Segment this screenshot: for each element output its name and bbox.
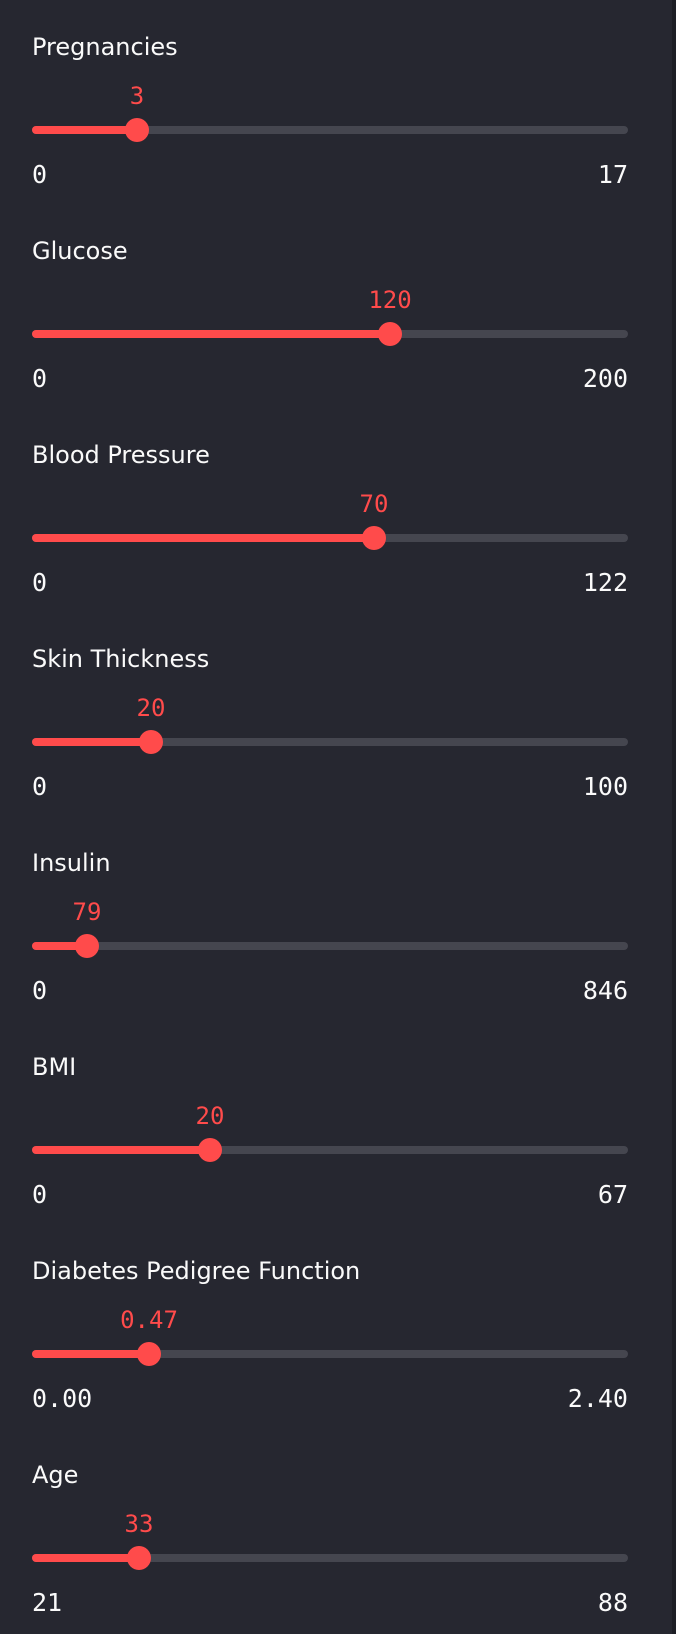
slider-max: 200 [582, 364, 628, 393]
slider-blood-pressure: Blood Pressure 70 0 122 [32, 408, 628, 612]
slider-list: Pregnancies 3 0 17 Glucose 120 0 200 Blo… [32, 0, 628, 1632]
slider-track[interactable] [32, 942, 628, 950]
slider-track[interactable] [32, 126, 628, 134]
slider-thumb[interactable] [378, 322, 402, 346]
slider-value: 33 [124, 1510, 154, 1538]
slider-skin-thickness: Skin Thickness 20 0 100 [32, 612, 628, 816]
slider-min: 0.00 [32, 1384, 93, 1413]
slider-track[interactable] [32, 1554, 628, 1562]
slider-value: 120 [368, 286, 412, 314]
slider-fill [32, 1146, 210, 1154]
slider-label: BMI [32, 1053, 77, 1081]
slider-fill [32, 1554, 139, 1562]
slider-value: 0.47 [120, 1306, 178, 1334]
slider-thumb[interactable] [127, 1546, 151, 1570]
slider-fill [32, 738, 151, 746]
slider-label: Glucose [32, 237, 128, 265]
slider-value: 70 [359, 490, 389, 518]
slider-max: 17 [597, 160, 628, 189]
slider-label: Skin Thickness [32, 645, 210, 673]
slider-min: 0 [32, 364, 48, 393]
slider-max: 846 [582, 976, 628, 1005]
slider-track[interactable] [32, 1146, 628, 1154]
slider-thumb[interactable] [75, 934, 99, 958]
slider-min: 0 [32, 1180, 48, 1209]
slider-thumb[interactable] [362, 526, 386, 550]
slider-insulin: Insulin 79 0 846 [32, 816, 628, 1020]
slider-max: 67 [597, 1180, 628, 1209]
slider-min: 0 [32, 160, 48, 189]
slider-pregnancies: Pregnancies 3 0 17 [32, 0, 628, 204]
slider-thumb[interactable] [137, 1342, 161, 1366]
slider-value: 20 [136, 694, 166, 722]
slider-track[interactable] [32, 1350, 628, 1358]
slider-max: 88 [597, 1588, 628, 1617]
slider-value: 20 [195, 1102, 225, 1130]
slider-fill [32, 534, 374, 542]
slider-label: Pregnancies [32, 33, 178, 61]
slider-fill [32, 330, 390, 338]
slider-fill [32, 126, 137, 134]
slider-diabetes-pedigree-function: Diabetes Pedigree Function 0.47 0.00 2.4… [32, 1224, 628, 1428]
slider-thumb[interactable] [139, 730, 163, 754]
sidebar-edge [672, 0, 676, 1634]
slider-label: Diabetes Pedigree Function [32, 1257, 361, 1285]
slider-label: Insulin [32, 849, 111, 877]
slider-value: 3 [129, 82, 145, 110]
slider-max: 100 [582, 772, 628, 801]
slider-min: 0 [32, 772, 48, 801]
slider-label: Age [32, 1461, 79, 1489]
slider-age: Age 33 21 88 [32, 1428, 628, 1632]
slider-track[interactable] [32, 534, 628, 542]
slider-value: 79 [72, 898, 102, 926]
slider-glucose: Glucose 120 0 200 [32, 204, 628, 408]
slider-thumb[interactable] [198, 1138, 222, 1162]
slider-track[interactable] [32, 738, 628, 746]
slider-max: 2.40 [567, 1384, 628, 1413]
slider-min: 21 [32, 1588, 63, 1617]
slider-min: 0 [32, 568, 48, 597]
slider-fill [32, 1350, 149, 1358]
slider-label: Blood Pressure [32, 441, 210, 469]
slider-max: 122 [582, 568, 628, 597]
slider-min: 0 [32, 976, 48, 1005]
slider-bmi: BMI 20 0 67 [32, 1020, 628, 1224]
slider-track[interactable] [32, 330, 628, 338]
slider-thumb[interactable] [125, 118, 149, 142]
